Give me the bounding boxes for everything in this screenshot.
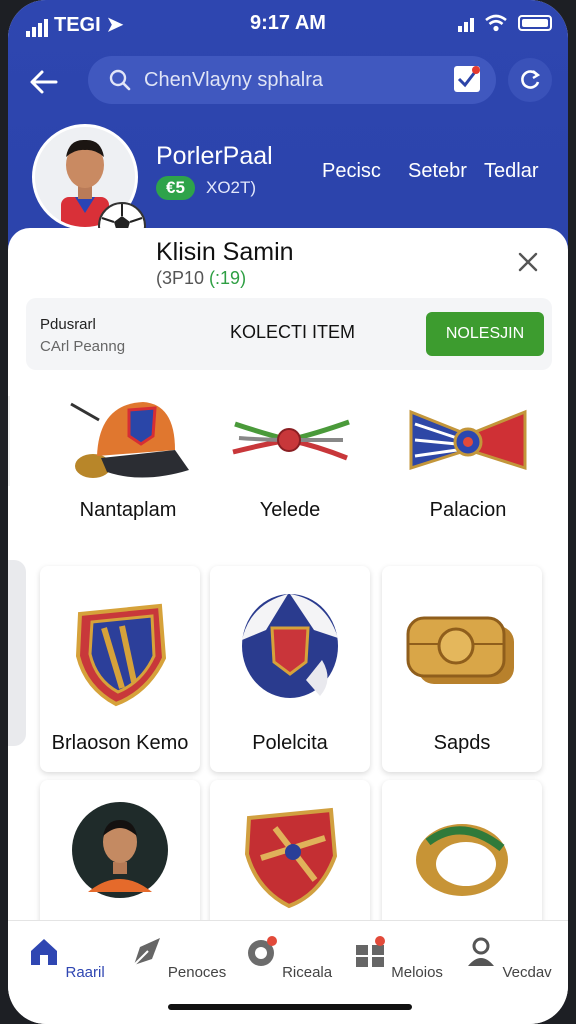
crest-shield-icon	[75, 603, 167, 707]
item-tile-1[interactable]: Nantaplam	[48, 384, 208, 522]
sheet-subtitle: (3P10 (:19)	[156, 268, 246, 289]
player-portrait-icon	[72, 802, 168, 898]
profile-badge: €5	[156, 176, 195, 200]
bowtie-icon	[409, 409, 527, 471]
nav-item-4[interactable]: Meloios	[348, 935, 448, 981]
phone-screen: TEGI ➤ 9:17 AM ChenVlayny sphalra Porler…	[8, 0, 568, 1024]
card-4[interactable]	[40, 780, 200, 930]
sheet-subtitle-count: (:19)	[209, 268, 247, 288]
header-link-3[interactable]: Tedlar	[484, 160, 538, 183]
refresh-icon	[521, 70, 541, 89]
item-tile-3[interactable]: Palacion	[388, 384, 548, 522]
collect-button[interactable]: NOLESJIN	[426, 312, 544, 356]
item-label-2: Yelede	[259, 499, 321, 521]
search-input[interactable]	[142, 67, 446, 93]
rewards-icon	[247, 936, 277, 966]
nav-item-3[interactable]: Riceala	[238, 935, 338, 981]
gold-ring-icon	[416, 824, 508, 896]
nav-label-3: Riceala	[282, 964, 333, 981]
back-arrow-icon[interactable]	[22, 60, 66, 104]
grid-icon	[356, 936, 386, 967]
checkbox-icon[interactable]	[454, 66, 480, 92]
collect-bar-line2: CArl Peanng	[40, 338, 126, 355]
refresh-button[interactable]	[508, 58, 552, 102]
nav-label-2: Penoces	[167, 964, 227, 981]
gold-ingot-icon	[406, 616, 514, 684]
card-label-2: Polelcita	[252, 732, 328, 754]
card-3[interactable]: Sapds	[382, 566, 542, 772]
status-bar: TEGI ➤ 9:17 AM	[8, 10, 568, 40]
item-label-1: Nantaplam	[79, 499, 177, 521]
collect-bar: Pdusrarl CArl Peanng KOLECTI ITEM NOLESJ…	[26, 298, 552, 370]
wifi-icon	[485, 14, 507, 32]
collect-bar-center: KOLECTI ITEM	[230, 322, 356, 342]
item-tile-2[interactable]: Yelede	[210, 384, 370, 522]
cap-icon	[70, 402, 189, 478]
rope-knot-icon	[232, 419, 350, 461]
card-1[interactable]: Brlaoson Kemo	[40, 566, 200, 772]
card-5[interactable]	[210, 780, 370, 930]
card-2[interactable]: Polelcita	[210, 566, 370, 772]
header-link-1[interactable]: Pecisc	[322, 160, 381, 183]
card-label-1: Brlaoson Kemo	[51, 732, 189, 754]
left-peek-panel	[8, 560, 26, 746]
home-indicator	[168, 1004, 412, 1010]
badge-sword-icon	[244, 807, 338, 909]
nav-label-home: Raaril	[65, 964, 105, 981]
nav-item-profile[interactable]: Vecdav	[458, 935, 558, 981]
status-right	[458, 14, 552, 32]
header-link-2[interactable]: Setebr	[408, 160, 467, 183]
card-label-3: Sapds	[433, 732, 491, 754]
item-label-3: Palacion	[429, 499, 507, 521]
sheet-title: Klisin Samin	[156, 238, 294, 266]
left-peek-panel-top	[8, 396, 10, 486]
search-bar	[88, 56, 496, 104]
profile-score: XO2T)	[206, 178, 257, 197]
profile-name: PorlerPaal	[156, 142, 273, 170]
nav-label-4: Meloios	[391, 964, 443, 981]
card-6[interactable]	[382, 780, 542, 930]
football-helmet-icon	[242, 594, 338, 698]
nav-item-2[interactable]: Penoces	[128, 935, 228, 981]
user-icon	[468, 937, 495, 966]
home-icon	[31, 939, 58, 965]
battery-icon	[518, 15, 552, 31]
cell-signal-icon	[458, 14, 474, 32]
nav-item-home[interactable]: Raaril	[16, 935, 116, 981]
sheet-subtitle-prefix: (3P10	[156, 268, 210, 288]
search-icon	[109, 69, 131, 91]
kite-icon	[133, 938, 160, 966]
close-icon[interactable]	[510, 244, 546, 280]
nav-label-profile: Vecdav	[502, 964, 552, 981]
collect-bar-line1: Pdusrarl	[40, 316, 96, 333]
